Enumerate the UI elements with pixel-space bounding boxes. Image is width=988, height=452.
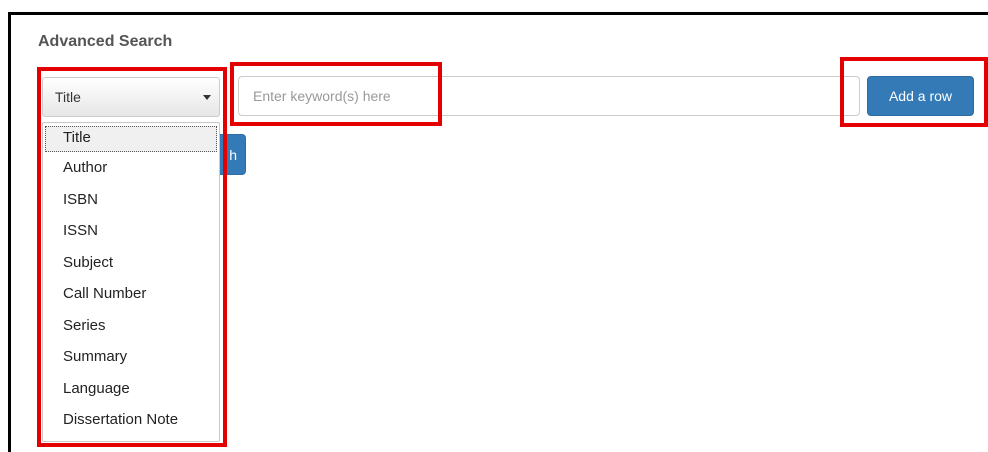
dropdown-option-language[interactable]: Language <box>43 373 219 405</box>
dropdown-option-author[interactable]: Author <box>43 152 219 184</box>
dropdown-option-isbn[interactable]: ISBN <box>43 184 219 216</box>
dropdown-option-issn[interactable]: ISSN <box>43 215 219 247</box>
dropdown-option-subject[interactable]: Subject <box>43 247 219 279</box>
add-row-button[interactable]: Add a row <box>867 76 974 116</box>
search-field-dropdown-list: Title Author ISBN ISSN Subject Call Numb… <box>42 122 220 442</box>
page-title: Advanced Search <box>38 33 173 50</box>
search-field-selected-value: Title <box>55 89 81 105</box>
dropdown-option-dissertation-note[interactable]: Dissertation Note <box>43 404 219 436</box>
dropdown-option-call-number[interactable]: Call Number <box>43 278 219 310</box>
dropdown-option-summary[interactable]: Summary <box>43 341 219 373</box>
chevron-down-icon <box>203 95 211 100</box>
dropdown-option-series[interactable]: Series <box>43 310 219 342</box>
search-field-select[interactable]: Title <box>42 77 220 117</box>
keyword-input[interactable] <box>238 76 860 116</box>
dropdown-option-title[interactable]: Title <box>45 126 217 152</box>
